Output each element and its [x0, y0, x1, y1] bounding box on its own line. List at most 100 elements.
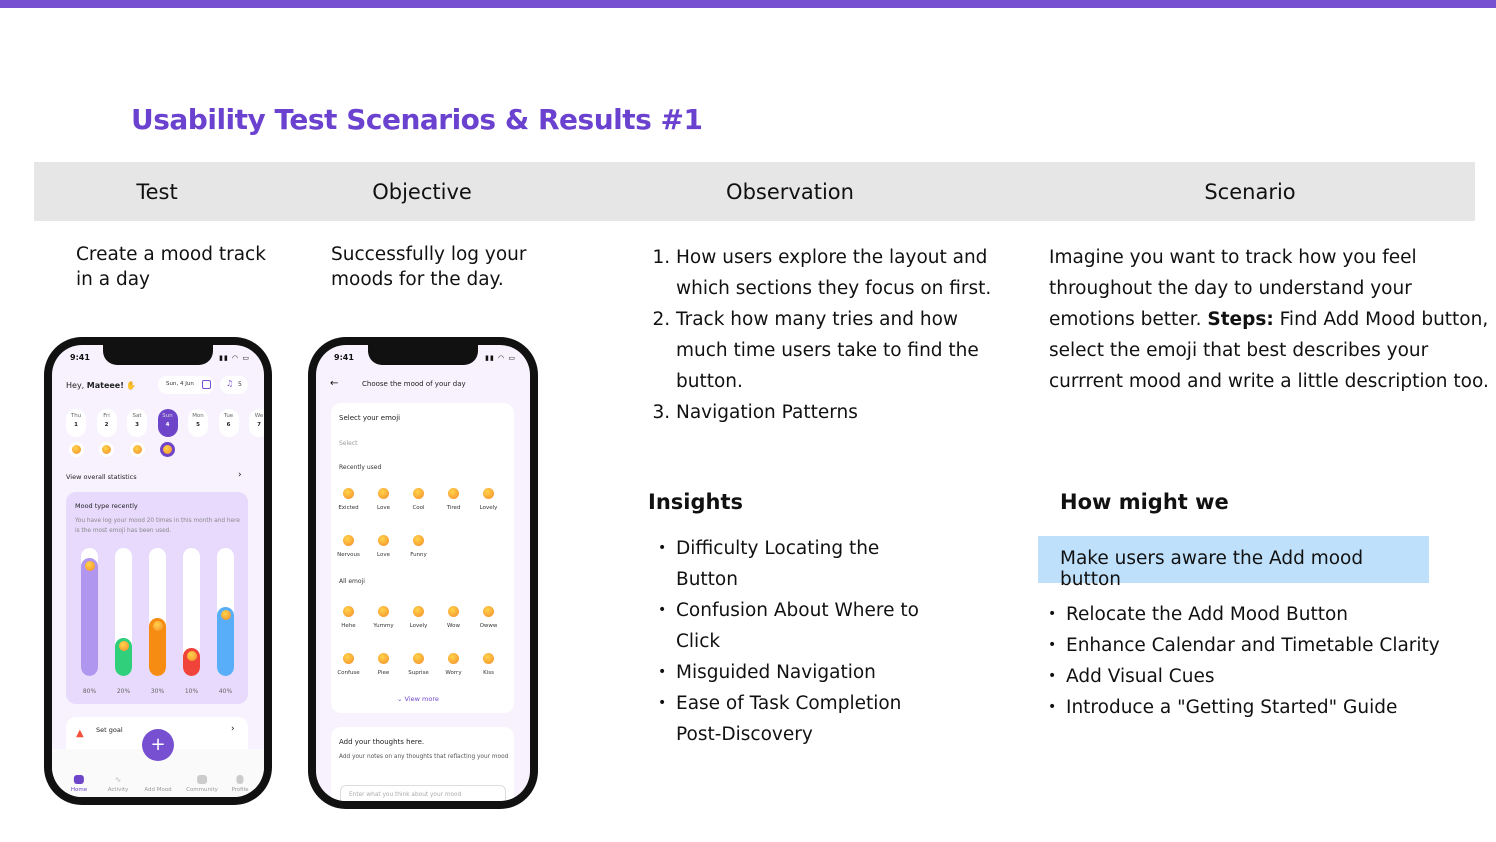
greeting: Hey, Mateee! ✋ [66, 381, 137, 390]
hmw-list: Relocate the Add Mood Button Enhance Cal… [1038, 599, 1458, 723]
view-more-button[interactable]: ⌄ View more [397, 695, 439, 703]
day-thu[interactable]: Thu 1 [66, 409, 86, 437]
signal-wifi-battery-icon: ▮▮ ◠ ▭ [485, 354, 516, 362]
day-number: 7 [257, 422, 261, 428]
insight-item: Difficulty Locating the Button [658, 533, 938, 595]
emoji-option[interactable]: Piee [366, 653, 401, 676]
emoji-icon [220, 609, 231, 620]
nav-add-mood[interactable]: Add Mood [144, 775, 171, 793]
nav-profile[interactable]: Profile [231, 775, 249, 793]
notch [103, 345, 213, 365]
hmw-item: Enhance Calendar and Timetable Clarity [1048, 630, 1458, 661]
emoji-option[interactable]: Love [366, 488, 401, 511]
emoji-icon [483, 653, 494, 664]
emoji-option[interactable]: Funny [401, 535, 436, 558]
insight-item: Misguided Navigation [658, 657, 938, 688]
mood-bar-label: 40% [218, 688, 233, 695]
mood-card-desc: You have log your mood 20 times in this … [75, 518, 240, 534]
emoji-option[interactable]: Cool [401, 488, 436, 511]
chevron-right-icon: › [231, 724, 235, 734]
nav-community[interactable]: Community [186, 775, 218, 793]
date-picker[interactable]: Sun, 4 Jun [158, 376, 214, 394]
emoji-select[interactable]: Select [339, 440, 358, 447]
hmw-item: Introduce a "Getting Started" Guide [1048, 692, 1458, 723]
day-number: 2 [104, 422, 109, 428]
emoji-option[interactable]: Wow [436, 606, 471, 629]
emoji-option[interactable]: Confuse [331, 653, 366, 676]
day-mood-emoji-icon [99, 442, 114, 457]
emoji-option[interactable]: Yummy [366, 606, 401, 629]
mood-bar-fill [115, 637, 132, 676]
mood-bar [81, 548, 98, 676]
emoji-icon [483, 606, 494, 617]
emoji-option[interactable]: Kiss [471, 653, 506, 676]
notifications-button[interactable]: ♫ 5 [220, 376, 248, 394]
scenario-text: Imagine you want to track how you feel t… [1049, 242, 1489, 397]
notch [368, 345, 478, 365]
insights-heading: Insights [648, 490, 743, 514]
select-emoji-title: Select your emoji [339, 414, 401, 422]
emoji-icon [448, 653, 459, 664]
day-fri[interactable]: Fri 2 [96, 409, 117, 437]
choose-mood-screen: 9:41 ▮▮ ◠ ▭ ← Choose the mood of your da… [316, 345, 530, 801]
objective-text: Successfully log your moods for the day. [331, 244, 527, 290]
thoughts-input[interactable]: Enter what you think about your mood [340, 785, 506, 801]
emoji-option[interactable]: Suprise [401, 653, 436, 676]
emoji-icon [152, 621, 163, 632]
mood-bar-label: 20% [116, 688, 131, 695]
back-arrow-icon[interactable]: ← [330, 378, 338, 389]
emoji-icon [378, 606, 389, 617]
day-tue[interactable]: Tue 6 [218, 409, 239, 437]
calendar-icon [202, 380, 211, 389]
day-we[interactable]: We 7 [249, 409, 264, 437]
hmw-item: Add Visual Cues [1048, 661, 1458, 692]
day-sat[interactable]: Sat 3 [127, 409, 147, 437]
mood-bar [115, 548, 132, 676]
hmw-highlight: Make users aware the Add mood button [1038, 536, 1429, 590]
day-name: Mon [192, 413, 204, 419]
emoji-option[interactable]: Lovely [401, 606, 436, 629]
emoji-icon [483, 488, 494, 499]
mood-bar-label: 10% [184, 688, 199, 695]
day-name: Tue [223, 413, 234, 419]
observation-list: How users explore the layout and which s… [648, 242, 993, 428]
chevron-right-icon[interactable]: › [238, 470, 242, 480]
emoji-option[interactable]: Exicted [331, 488, 366, 511]
thoughts-card: Add your thoughts here. Add your notes o… [331, 727, 514, 801]
emoji-option[interactable]: Worry [436, 653, 471, 676]
emoji-icon [378, 653, 389, 664]
observation-item: How users explore the layout and which s… [676, 242, 993, 304]
insights-list: Difficulty Locating the Button Confusion… [648, 533, 938, 750]
mood-bar-fill [217, 606, 234, 676]
profile-icon [236, 775, 244, 784]
emoji-option[interactable]: Tired [436, 488, 471, 511]
chevron-double-down-icon: ⌄ [397, 695, 403, 703]
day-number: 3 [135, 422, 139, 428]
mood-bar [183, 548, 200, 676]
insight-item: Confusion About Where to Click [658, 595, 938, 657]
day-name: Fri [103, 413, 110, 419]
day-name: Sat [132, 413, 142, 419]
add-mood-button[interactable]: + [142, 729, 174, 761]
steps-label: Steps: [1207, 309, 1274, 330]
emoji-option[interactable]: Lovely [471, 488, 506, 511]
emoji-icon [413, 606, 424, 617]
emoji-icon [413, 653, 424, 664]
nav-home[interactable]: Home [71, 775, 87, 793]
day-sun[interactable]: Sun 4 [157, 409, 178, 437]
nav-activity[interactable]: ∿ Activity [108, 775, 129, 793]
activity-icon: ∿ [114, 775, 122, 784]
home-screen: 9:41 ▮▮ ◠ ▭ Hey, Mateee! ✋ Sun, 4 Jun ♫ 5… [52, 345, 264, 797]
emoji-option[interactable]: Owww [471, 606, 506, 629]
mood-bar-fill [183, 647, 200, 676]
emoji-option[interactable]: Love [366, 535, 401, 558]
mood-bar-fill [149, 618, 166, 676]
view-statistics-link[interactable]: View overall statistics [66, 473, 137, 481]
emoji-icon [343, 653, 354, 664]
emoji-option[interactable]: Nervous [331, 535, 366, 558]
mood-bar-fill [81, 558, 98, 676]
day-number: 6 [226, 422, 231, 428]
emoji-option[interactable]: Hehe [331, 606, 366, 629]
test-text: Create a mood track in a day [76, 244, 266, 290]
day-mon[interactable]: Mon 5 [188, 409, 208, 437]
